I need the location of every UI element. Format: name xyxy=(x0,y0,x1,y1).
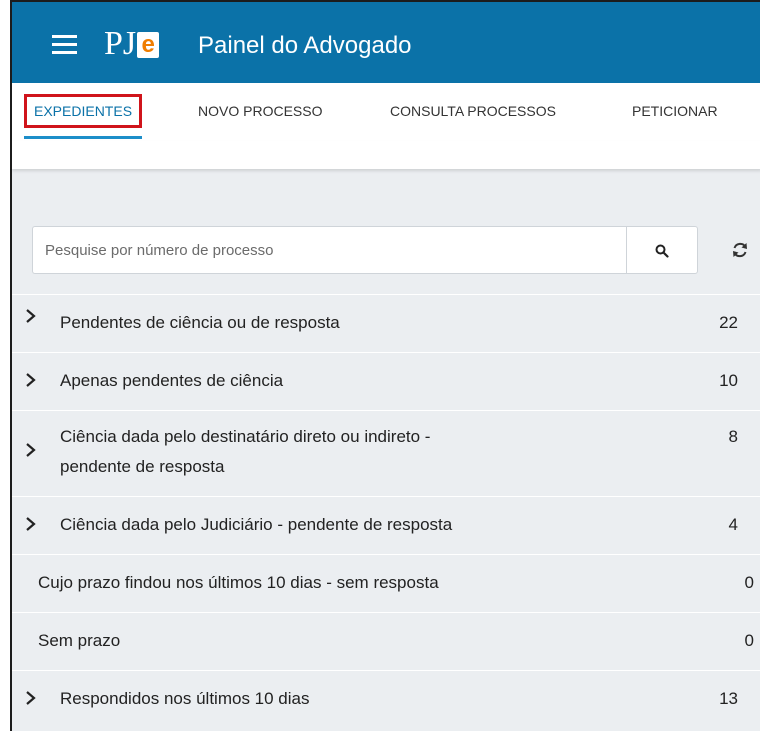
expedientes-list: Pendentes de ciência ou de resposta 22 A… xyxy=(12,294,760,728)
list-item-apenas-pendentes-ciencia[interactable]: Apenas pendentes de ciência 10 xyxy=(12,352,760,410)
list-item-ciencia-judiciario[interactable]: Ciência dada pelo Judiciário - pendente … xyxy=(12,496,760,554)
chevron-right-icon xyxy=(26,443,36,457)
list-item-count: 22 xyxy=(719,313,738,332)
tab-content-strip xyxy=(12,141,760,169)
list-item-label: Apenas pendentes de ciência xyxy=(60,371,284,390)
page-title: Painel do Advogado xyxy=(198,32,412,59)
search-icon xyxy=(655,244,669,258)
chevron-right-icon xyxy=(26,691,36,705)
tab-peticionar[interactable]: PETICIONAR xyxy=(632,83,718,139)
search-bar xyxy=(32,226,708,274)
list-item-label: Ciência dada pelo destinatário direto ou… xyxy=(60,427,431,446)
list-item-count: 13 xyxy=(719,689,738,708)
chevron-right-icon xyxy=(26,373,36,387)
tab-consulta-processos[interactable]: CONSULTA PROCESSOS xyxy=(390,83,556,139)
list-item-prazo-findou[interactable]: Cujo prazo findou nos últimos 10 dias - … xyxy=(12,554,760,612)
list-item-sem-prazo[interactable]: Sem prazo 0 xyxy=(12,612,760,670)
list-item-pendentes-ciencia-resposta[interactable]: Pendentes de ciência ou de resposta 22 xyxy=(12,294,760,352)
tab-bar: EXPEDIENTES NOVO PROCESSO CONSULTA PROCE… xyxy=(12,83,760,142)
refresh-icon[interactable] xyxy=(730,240,750,260)
list-item-count: 8 xyxy=(728,427,738,446)
list-item-label: Pendentes de ciência ou de resposta xyxy=(60,313,340,332)
list-item-count: 4 xyxy=(728,515,738,534)
pje-logo: PJ e xyxy=(104,22,160,66)
tab-label: EXPEDIENTES xyxy=(24,94,143,128)
list-item-respondidos[interactable]: Respondidos nos últimos 10 dias 13 xyxy=(12,670,760,728)
chevron-right-icon xyxy=(26,309,36,323)
list-item-label: Respondidos nos últimos 10 dias xyxy=(60,689,310,708)
list-item-label: Cujo prazo findou nos últimos 10 dias - … xyxy=(38,573,439,592)
tab-novo-processo[interactable]: NOVO PROCESSO xyxy=(198,83,322,139)
list-item-label: Ciência dada pelo Judiciário - pendente … xyxy=(60,515,453,534)
list-item-label: Sem prazo xyxy=(38,631,121,650)
list-item-count: 10 xyxy=(719,371,738,390)
list-item-count: 0 xyxy=(744,631,754,650)
list-item-ciencia-destinatario[interactable]: Ciência dada pelo destinatário direto ou… xyxy=(12,410,760,496)
list-item-label-line2: pendente de resposta xyxy=(60,457,225,476)
tab-expedientes[interactable]: EXPEDIENTES xyxy=(24,83,143,139)
hamburger-icon[interactable] xyxy=(52,35,77,54)
search-input[interactable] xyxy=(32,226,626,274)
search-button[interactable] xyxy=(626,226,698,274)
top-bar: PJ e Painel do Advogado xyxy=(12,0,760,83)
chevron-right-icon xyxy=(26,517,36,531)
app-frame: PJ e Painel do Advogado EXPEDIENTES NOVO … xyxy=(10,0,760,731)
list-item-count: 0 xyxy=(744,573,754,592)
